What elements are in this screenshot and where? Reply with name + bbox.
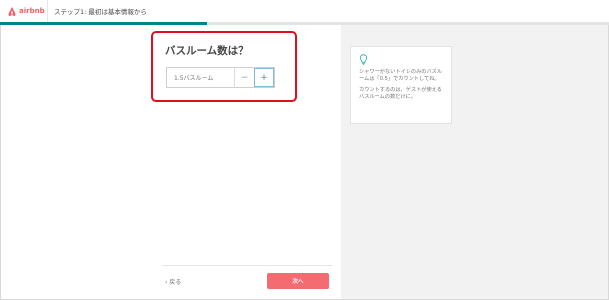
airbnb-logo[interactable]: airbnb <box>0 0 48 22</box>
bathroom-stepper: 1.5バスルーム − + <box>166 67 275 88</box>
back-link[interactable]: ‹ 戻る <box>165 277 181 286</box>
progress-fill <box>0 22 208 25</box>
airbnb-logo-icon <box>8 6 16 16</box>
next-button[interactable]: 次へ <box>267 273 329 289</box>
tip-text-2: カウントするのは、ゲストが使えるバスルームの数だけに。 <box>359 87 442 100</box>
stepper-value: 1.5バスルーム <box>174 75 214 82</box>
increment-button[interactable]: + <box>254 68 274 87</box>
step-title: ステップ1: 最初は基本情報から <box>54 8 147 16</box>
lightbulb-icon <box>359 54 368 65</box>
decrement-button[interactable]: − <box>234 68 254 87</box>
logo-text: airbnb <box>19 7 45 15</box>
top-header: airbnb ステップ1: 最初は基本情報から <box>0 0 609 22</box>
tip-card: シャワーがないトイレのみのバスルームは「0.5」でカウントしてね。 カウントする… <box>350 46 452 124</box>
footer-divider <box>162 265 332 266</box>
question-title: バスルーム数は？ <box>165 45 249 57</box>
tip-text-1: シャワーがないトイレのみのバスルームは「0.5」でカウントしてね。 <box>359 69 443 82</box>
